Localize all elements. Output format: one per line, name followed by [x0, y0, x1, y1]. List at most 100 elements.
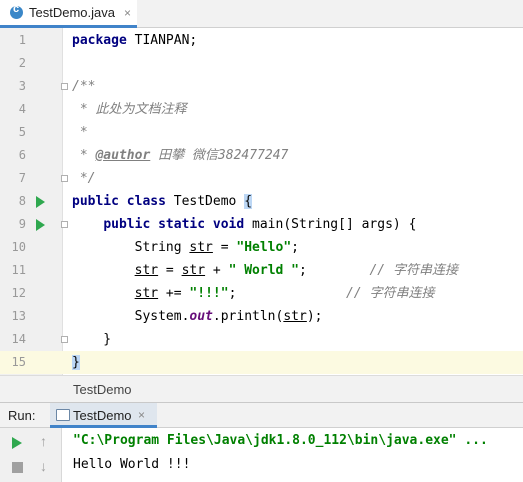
code-text: str = str + " World "; // 字符串连接 [72, 259, 458, 282]
code-line-14: 14 } [0, 328, 523, 351]
variable: str [134, 286, 159, 301]
code-fragment: 田攀 微信382477247 [150, 148, 289, 163]
code-fragment: System. [72, 309, 190, 324]
line-number: 15 [11, 355, 26, 369]
console-icon [56, 409, 70, 421]
line-number: 6 [18, 148, 26, 162]
code-fragment: = [158, 263, 182, 278]
fold-icon[interactable] [61, 221, 68, 228]
line-number: 4 [18, 102, 26, 116]
run-class-icon[interactable] [36, 196, 45, 208]
code-line-12: 12 str += "!!!"; // 字符串连接 [0, 282, 523, 305]
code-editor[interactable]: 1 package TIANPAN; 2 3 /** 4 * 此处为文档注释 5… [0, 28, 523, 375]
code-line-11: 11 str = str + " World "; // 字符串连接 [0, 259, 523, 282]
string-literal: "!!!" [189, 286, 229, 301]
comment: // 字符串连接 [345, 286, 435, 301]
code-line-13: 13 System.out.println(str); [0, 305, 523, 328]
code-line-5: 5 * [0, 121, 523, 144]
keyword: package [72, 33, 127, 48]
code-line-1: 1 package TIANPAN; [0, 29, 523, 52]
code-line-2: 2 [0, 52, 523, 75]
scroll-up-icon[interactable]: ↑ [40, 433, 47, 449]
close-tab-icon[interactable]: × [124, 6, 131, 20]
code-fragment: ; [299, 263, 370, 278]
code-line-3: 3 /** [0, 75, 523, 98]
line-number: 7 [18, 171, 26, 185]
comment: * [72, 125, 88, 140]
comment: /** [72, 79, 96, 94]
code-line-10: 10 String str = "Hello"; [0, 236, 523, 259]
run-tab-label: TestDemo [73, 408, 132, 423]
run-console[interactable]: ↑ ↓ "C:\Program Files\Java\jdk1.8.0_112\… [0, 428, 523, 482]
code-fragment: = [212, 240, 237, 255]
breadcrumb-item[interactable]: TestDemo [73, 382, 132, 397]
code-line-6: 6 * @author 田攀 微信382477247 [0, 144, 523, 167]
code-text: System.out.println(str); [72, 305, 323, 328]
code-text: public static void main(String[] args) { [72, 213, 416, 236]
rerun-icon[interactable] [12, 437, 22, 449]
class-name: TestDemo [165, 194, 245, 209]
line-number: 12 [11, 286, 26, 300]
line-number: 1 [18, 33, 26, 47]
variable: str [283, 309, 307, 324]
code-fragment: ; [291, 240, 299, 255]
code-text: } [72, 351, 80, 374]
code-fragment: ); [306, 309, 323, 324]
editor-tab-bar: TestDemo.java × [0, 0, 523, 28]
stop-icon[interactable] [12, 462, 23, 473]
code-fragment: main(String[] args) { [244, 217, 417, 232]
fold-icon[interactable] [61, 83, 68, 90]
line-number: 10 [11, 240, 26, 254]
java-class-icon [10, 3, 23, 19]
run-label: Run: [8, 408, 36, 423]
comment: // 字符串连接 [369, 263, 458, 278]
keyword: public class [72, 194, 166, 209]
code-text: str += "!!!"; // 字符串连接 [72, 282, 435, 305]
code-fragment: String [72, 240, 190, 255]
console-output-line: Hello World !!! [73, 457, 191, 472]
code-fragment: TIANPAN; [126, 33, 198, 48]
code-fragment: += [158, 286, 190, 301]
variable: str [134, 263, 159, 278]
comment: */ [72, 171, 96, 186]
line-number: 11 [11, 263, 26, 277]
matched-brace: { [244, 194, 253, 209]
run-tab-testdemo[interactable]: TestDemo × [50, 403, 157, 428]
keyword: public static void [103, 217, 245, 232]
code-fragment: + [205, 263, 229, 278]
run-toolbar: ↑ ↓ [0, 428, 62, 482]
code-line-9: 9 public static void main(String[] args)… [0, 213, 523, 236]
code-text: public class TestDemo { [72, 190, 253, 213]
run-method-icon[interactable] [36, 219, 45, 231]
fold-icon[interactable] [61, 175, 68, 182]
code-fragment [72, 263, 135, 278]
variable: str [181, 263, 206, 278]
variable: str [189, 240, 213, 255]
close-run-tab-icon[interactable]: × [138, 408, 145, 422]
static-field: out [189, 309, 213, 324]
line-number: 8 [18, 194, 26, 208]
code-text: String str = "Hello"; [72, 236, 299, 259]
javadoc-tag: @author [95, 148, 151, 163]
scroll-down-icon[interactable]: ↓ [40, 458, 47, 474]
line-number: 13 [11, 309, 26, 323]
code-line-8: 8 public class TestDemo { [0, 190, 523, 213]
console-command-line: "C:\Program Files\Java\jdk1.8.0_112\bin\… [73, 433, 488, 448]
line-number: 9 [18, 217, 26, 231]
code-text: } [72, 332, 112, 347]
code-line-7: 7 */ [0, 167, 523, 190]
code-fragment: * [72, 148, 96, 163]
line-number: 2 [18, 56, 26, 70]
code-fragment: ; [228, 286, 346, 301]
fold-icon[interactable] [61, 336, 68, 343]
code-line-4: 4 * 此处为文档注释 [0, 98, 523, 121]
code-fragment [72, 286, 135, 301]
breadcrumb: TestDemo [0, 375, 523, 403]
string-literal: " World " [228, 263, 300, 278]
code-fragment: .println( [212, 309, 284, 324]
matched-brace: } [72, 355, 80, 370]
tab-testdemo-java[interactable]: TestDemo.java × [0, 0, 137, 28]
code-text: package TIANPAN; [72, 29, 197, 52]
line-number: 3 [18, 79, 26, 93]
